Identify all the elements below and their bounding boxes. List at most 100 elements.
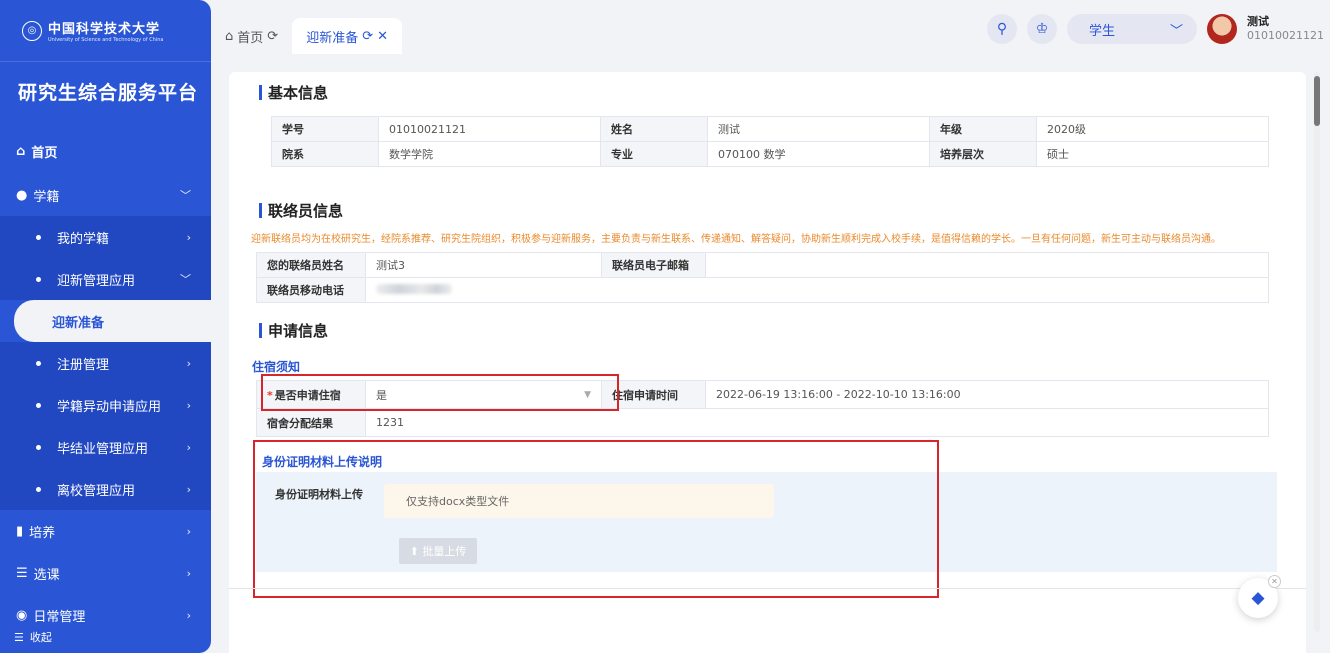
liaison-table: 您的联络员姓名 测试3 联络员电子邮箱 联络员移动电话 [256, 252, 1269, 303]
chevron-right-icon: › [186, 230, 191, 244]
collapse-label: 收起 [29, 631, 52, 644]
user-info[interactable]: 测试 01010021121 [1247, 15, 1324, 43]
chevron-right-icon: › [186, 440, 191, 454]
table-row: 宿舍分配结果 1231 [256, 408, 1269, 437]
section-title-liaison: 联络员信息 [259, 200, 343, 221]
bullet-icon [36, 486, 41, 492]
label-cell: 宿舍分配结果 [256, 408, 366, 437]
basic-info-table: 学号 01010021121 姓名 测试 年级 2020级 院系 数学学院 专业… [271, 116, 1269, 167]
chevron-right-icon: › [186, 482, 191, 496]
refresh-icon[interactable]: ⟳ [362, 29, 373, 44]
user-name: 测试 [1247, 15, 1270, 28]
value-cell: 01010021121 [378, 116, 601, 142]
label-cell: 年级 [929, 116, 1037, 142]
sidebar-item-label: 我的学籍 [57, 231, 110, 247]
logo-main-text: 中国科学技术大学 [48, 22, 161, 37]
sidebar-item-my-enrollment[interactable]: 我的学籍 › [0, 216, 211, 258]
bullet-icon [36, 444, 41, 450]
bullet-icon [36, 360, 41, 366]
sidebar-item-label: 离校管理应用 [57, 483, 136, 499]
value-cell [705, 252, 1269, 278]
user-id: 01010021121 [1247, 29, 1324, 42]
bullet-icon [36, 234, 41, 240]
sidebar-item-label: 注册管理 [57, 357, 110, 373]
liaison-notice: 迎新联络员均为在校研究生，经院系推荐、研究生院组织，积极参与迎新服务，主要负责与… [251, 234, 1221, 245]
highlight-box-housing [261, 374, 619, 411]
shield-icon: ◉ [16, 607, 28, 623]
label-cell: 您的联络员姓名 [256, 252, 366, 278]
sidebar-item-home[interactable]: ⌂ 首页 [0, 128, 211, 174]
bullet-icon [36, 276, 41, 282]
housing-notice-link[interactable]: 住宿须知 [252, 358, 300, 375]
search-icon: ⚲ [996, 21, 1008, 37]
tab-home[interactable]: ⌂ 首页 ⟳ [211, 18, 292, 54]
sidebar-item-label: 毕结业管理应用 [57, 441, 149, 457]
float-close-button[interactable]: ✕ [1268, 575, 1281, 588]
redacted-phone [376, 283, 452, 294]
scrollbar-thumb[interactable] [1314, 76, 1320, 126]
tab-bar: ⌂ 首页 ⟳ 迎新准备 ⟳ ✕ [211, 18, 403, 54]
label-cell: 专业 [600, 141, 708, 167]
sidebar-item-registration[interactable]: 注册管理 › [0, 342, 211, 384]
collapse-button[interactable]: ☰ 收起 [14, 629, 52, 645]
sidebar-item-label: 迎新准备 [52, 315, 105, 331]
role-select[interactable]: 学生 ﹀ [1067, 14, 1198, 44]
tab-label: 迎新准备 [306, 30, 359, 46]
sidebar-item-label: 学籍异动申请应用 [57, 399, 162, 415]
value-cell: 1231 [365, 408, 1269, 437]
avatar[interactable] [1207, 14, 1238, 44]
user-icon: ● [16, 187, 28, 203]
home-icon: ⌂ [16, 143, 26, 159]
section-title-apply: 申请信息 [259, 320, 328, 341]
search-button[interactable]: ⚲ [987, 14, 1018, 44]
list-icon: ☰ [16, 565, 28, 581]
sidebar-item-enrollment[interactable]: ● 学籍 ﹀ [0, 174, 211, 216]
platform-title: 研究生综合服务平台 [18, 81, 199, 104]
sidebar-item-leaving[interactable]: 离校管理应用 › [0, 468, 211, 510]
sidebar-item-label: 日常管理 [33, 609, 86, 625]
chevron-right-icon: › [186, 524, 191, 538]
layers-icon: ◆ [1251, 588, 1265, 608]
refresh-icon[interactable]: ⟳ [267, 29, 278, 44]
sidebar-item-label: 首页 [31, 145, 58, 161]
label-cell: 姓名 [600, 116, 708, 142]
bullet-icon [36, 402, 41, 408]
logo-sub-text: University of Science and Technology of … [48, 37, 164, 43]
home-icon: ⌂ [225, 28, 234, 44]
sidebar-item-status-change[interactable]: 学籍异动申请应用 › [0, 384, 211, 426]
chevron-right-icon: › [186, 608, 191, 622]
content-card: 基本信息 学号 01010021121 姓名 测试 年级 2020级 院系 数学… [229, 72, 1306, 653]
sidebar: ◎ 中国科学技术大学 University of Science and Tec… [0, 0, 211, 653]
label-cell: 培养层次 [929, 141, 1037, 167]
theme-button[interactable]: ♔ [1027, 14, 1058, 44]
value-cell: 2022-06-19 13:16:00 - 2022-10-10 13:16:0… [705, 380, 1269, 409]
value-cell: 数学学院 [378, 141, 601, 167]
university-seal-icon: ◎ [22, 20, 42, 41]
value-cell-redacted [365, 277, 1269, 303]
label-cell: 院系 [271, 141, 379, 167]
label-cell: 联络员移动电话 [256, 277, 366, 303]
value-cell: 测试 [707, 116, 930, 142]
role-value: 学生 [1089, 23, 1116, 39]
table-row: 您的联络员姓名 测试3 联络员电子邮箱 [256, 252, 1269, 278]
table-row: 联络员移动电话 [256, 277, 1269, 303]
chart-icon: ▮ [16, 523, 24, 539]
sidebar-item-label: 迎新管理应用 [57, 273, 136, 289]
close-icon[interactable]: ✕ [377, 29, 388, 44]
tab-label: 首页 [237, 30, 264, 46]
sidebar-item-label: 学籍 [33, 189, 60, 205]
sidebar-item-welcome-prep[interactable]: 迎新准备 [14, 300, 211, 342]
sidebar-item-label: 培养 [29, 525, 56, 541]
chevron-down-icon: ﹀ [180, 189, 191, 202]
scrollbar-track[interactable] [1314, 72, 1320, 632]
sidebar-item-welcome-app[interactable]: 迎新管理应用 ﹀ [0, 258, 211, 300]
label-cell: 联络员电子邮箱 [601, 252, 706, 278]
logo: ◎ 中国科学技术大学 University of Science and Tec… [0, 0, 211, 62]
tab-welcome-prep[interactable]: 迎新准备 ⟳ ✕ [292, 18, 403, 54]
sidebar-item-training[interactable]: ▮ 培养 › [0, 510, 211, 552]
sidebar-item-graduation[interactable]: 毕结业管理应用 › [0, 426, 211, 468]
section-title-basic: 基本信息 [259, 82, 328, 103]
sidebar-item-course[interactable]: ☰ 选课 › [0, 552, 211, 594]
value-cell: 测试3 [365, 252, 602, 278]
chevron-right-icon: › [186, 566, 191, 580]
